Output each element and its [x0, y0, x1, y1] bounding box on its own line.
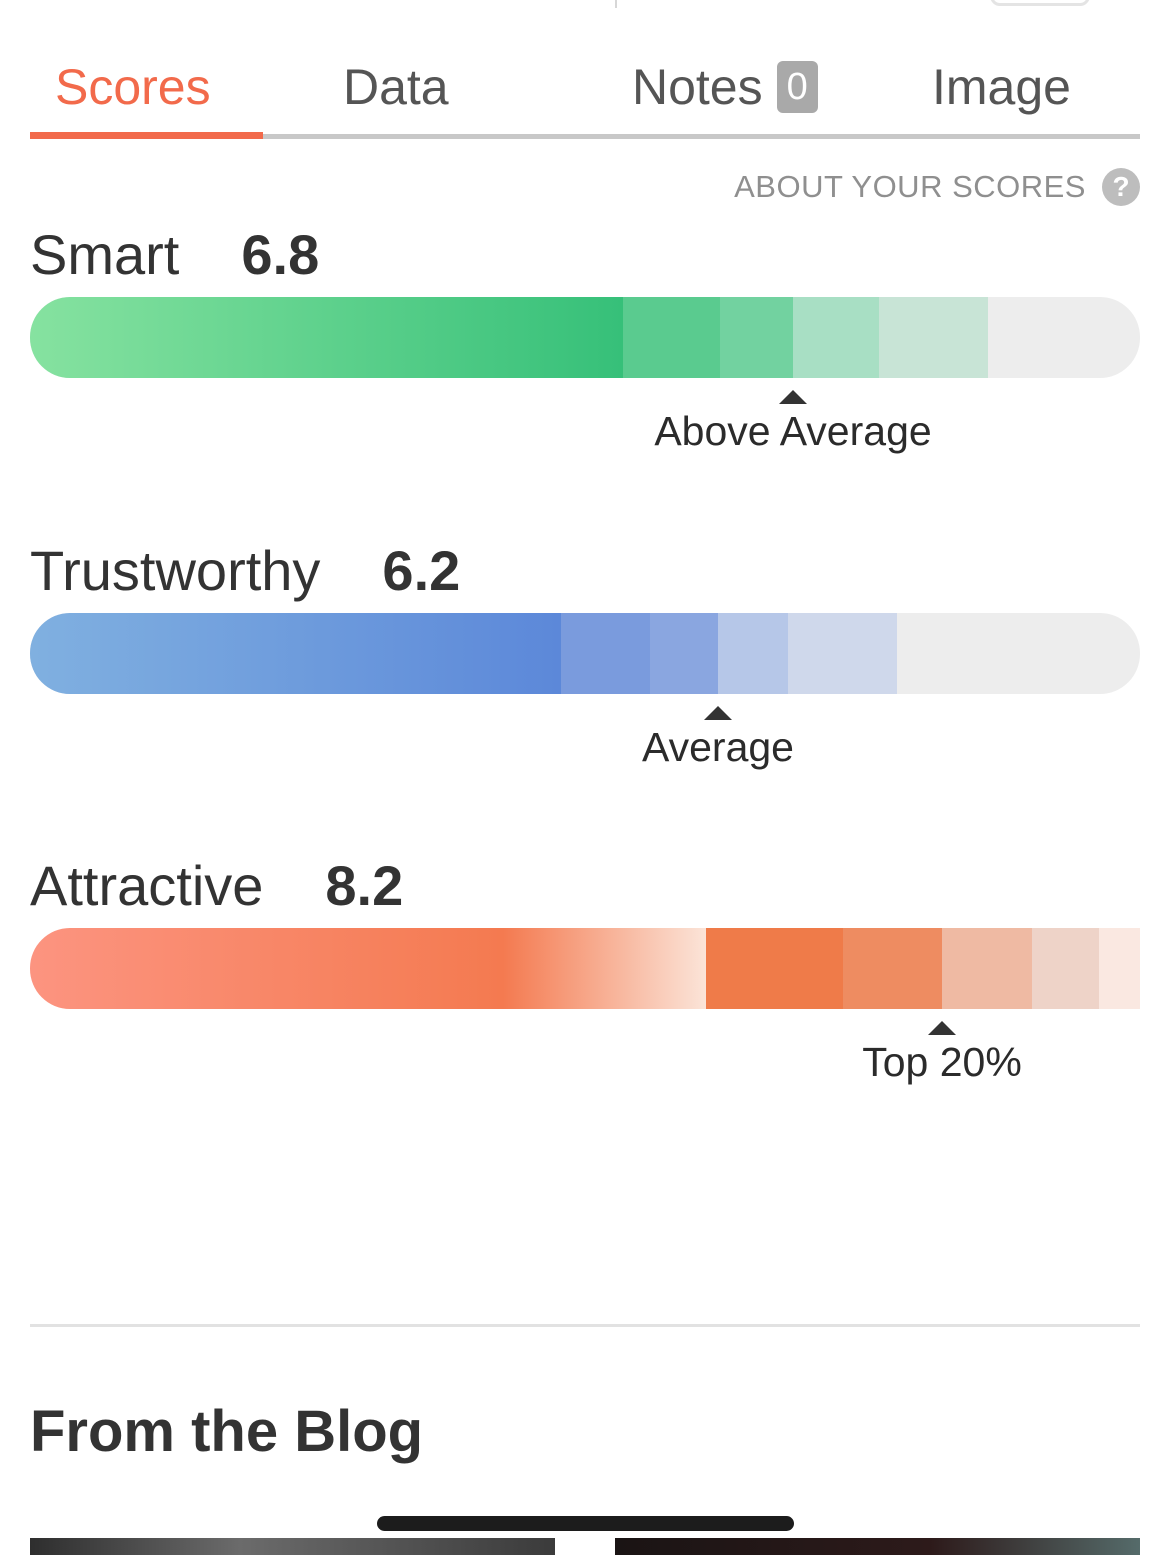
bar-fill — [30, 613, 561, 694]
bar-segment — [650, 613, 718, 694]
bar-segment — [942, 928, 1032, 1009]
bar-segment — [706, 928, 843, 1009]
score-bar-trustworthy — [30, 613, 1140, 694]
score-bar-attractive — [30, 928, 1140, 1009]
score-bar-smart — [30, 297, 1140, 378]
bar-fill — [30, 297, 623, 378]
help-icon: ? — [1102, 168, 1140, 206]
tab-scores[interactable]: Scores — [55, 58, 211, 116]
tab-bar: Scores Data Notes 0 Image — [30, 40, 1140, 140]
active-tab-indicator — [30, 132, 263, 139]
bar-segment — [561, 613, 650, 694]
score-trustworthy: Trustworthy 6.2 Average — [30, 538, 1140, 770]
bar-segment — [793, 297, 879, 378]
score-label: Trustworthy — [30, 539, 321, 602]
rating-label: Top 20% — [862, 1039, 1022, 1085]
tab-data[interactable]: Data — [343, 58, 449, 116]
score-smart: Smart 6.8 Above Average — [30, 222, 1140, 454]
section-divider — [30, 1324, 1140, 1327]
rating-label: Average — [642, 724, 794, 770]
bar-segment — [623, 297, 720, 378]
about-your-scores-link[interactable]: ABOUT YOUR SCORES ? — [734, 168, 1140, 206]
score-label: Attractive — [30, 854, 264, 917]
marker-triangle-icon — [704, 706, 732, 720]
bar-segment — [1032, 928, 1099, 1009]
marker-triangle-icon — [928, 1021, 956, 1035]
bar-segment — [720, 297, 793, 378]
bar-segment — [788, 613, 897, 694]
blog-thumbnail[interactable] — [30, 1538, 555, 1555]
blog-section-title: From the Blog — [30, 1399, 424, 1464]
rating-label: Above Average — [654, 408, 932, 454]
score-label: Smart — [30, 223, 180, 286]
score-attractive: Attractive 8.2 Top 20% — [30, 853, 1140, 1085]
score-value: 6.2 — [382, 539, 461, 602]
notes-count-badge: 0 — [776, 61, 818, 113]
tab-notes[interactable]: Notes 0 — [632, 58, 818, 116]
bar-segment — [1099, 928, 1140, 1009]
score-value: 6.8 — [241, 223, 320, 286]
bar-segment — [843, 928, 942, 1009]
about-your-scores-label: ABOUT YOUR SCORES — [734, 169, 1086, 204]
tab-image[interactable]: Image — [932, 58, 1071, 116]
top-pill-button[interactable] — [990, 0, 1090, 6]
tab-notes-label: Notes — [632, 59, 763, 115]
marker-triangle-icon — [779, 390, 807, 404]
blog-thumbnail[interactable] — [615, 1538, 1140, 1555]
bar-segment — [718, 613, 788, 694]
home-indicator[interactable] — [377, 1516, 794, 1531]
bar-segment — [879, 297, 988, 378]
top-divider — [615, 0, 617, 8]
bar-fill — [30, 928, 706, 1009]
score-value: 8.2 — [325, 854, 404, 917]
